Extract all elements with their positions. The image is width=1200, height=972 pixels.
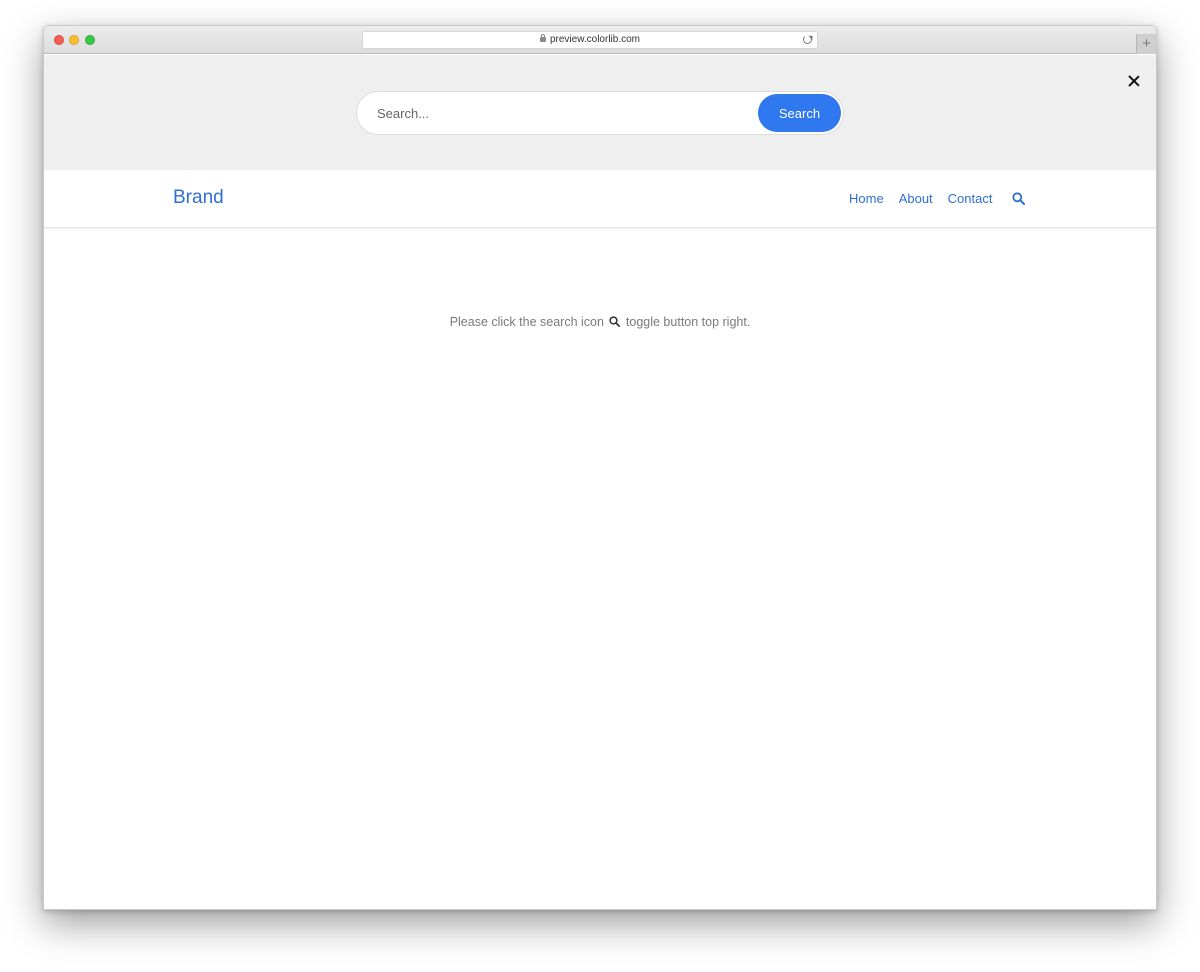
search-button[interactable]: Search [758,94,841,132]
brand-link[interactable]: Brand [173,187,224,209]
nav-link-contact[interactable]: Contact [948,191,993,206]
close-icon[interactable] [1128,75,1140,87]
search-toggle-button[interactable] [1012,192,1026,206]
url-text: preview.colorlib.com [549,34,641,45]
reload-icon[interactable] [803,35,812,44]
message-text-before: Please click the search icon [449,315,604,329]
search-icon [609,316,621,327]
minimize-window-button[interactable] [69,35,79,45]
search-icon [1012,192,1025,205]
message-text-after: toggle button top right. [625,315,751,329]
nav-link-about[interactable]: About [899,191,933,206]
nav-links: Home About Contact [849,191,992,206]
nav-link-home[interactable]: Home [849,191,884,206]
browser-titlebar: preview.colorlib.com + [44,26,1156,54]
search-form: Search [356,91,844,135]
close-window-button[interactable] [54,35,64,45]
search-overlay: Search [44,55,1156,170]
address-bar[interactable]: preview.colorlib.com [362,31,818,49]
new-tab-button[interactable]: + [1136,34,1156,54]
lock-icon [539,34,546,42]
instruction-message: Please click the search icon toggle butt… [44,315,1156,329]
browser-window: preview.colorlib.com + Search Brand Home… [43,25,1157,910]
maximize-window-button[interactable] [85,35,95,45]
search-input[interactable] [375,100,745,126]
navbar: Brand Home About Contact [44,170,1156,228]
